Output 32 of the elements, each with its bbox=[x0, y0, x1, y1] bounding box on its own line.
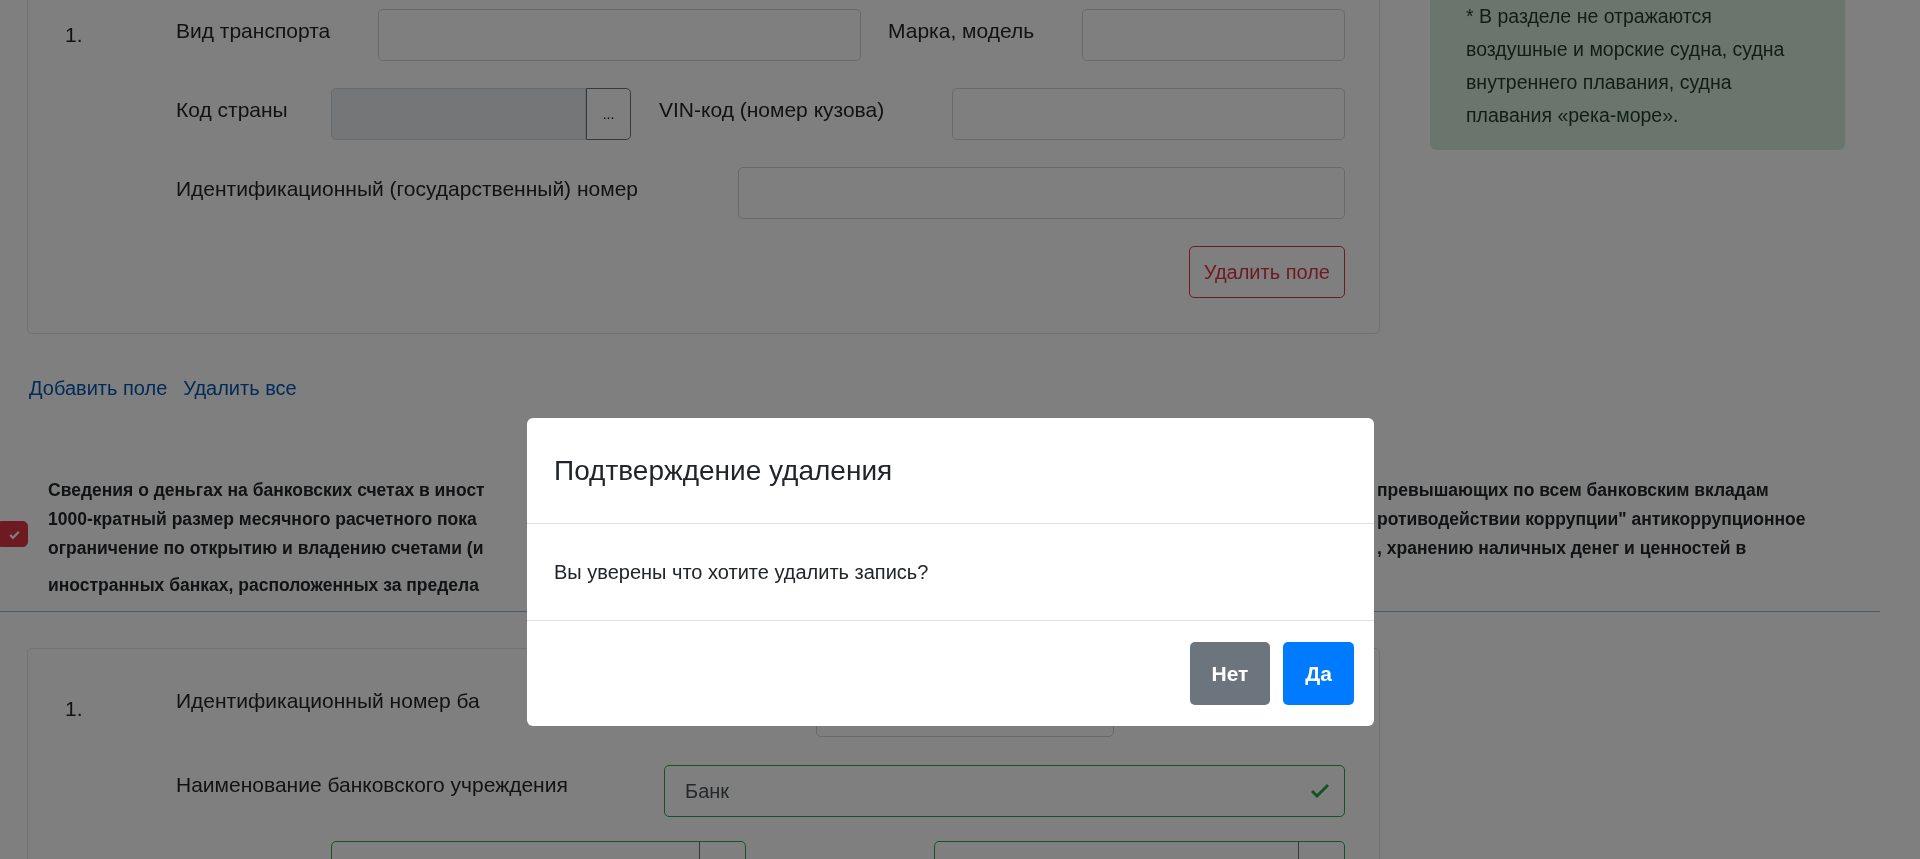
section-description: , хранению наличных денег и ценностей в bbox=[1377, 537, 1748, 560]
field-label: Код страны bbox=[176, 97, 289, 122]
info-note: * В разделе не отражаются воздушные и морские судна, судна внутреннего плавания, судна плавания «река-море». bbox=[1430, 0, 1845, 150]
field-label: VIN-код (номер кузова) bbox=[659, 97, 886, 122]
dialog-title: Подтверждение удаления bbox=[554, 454, 893, 487]
input-field[interactable] bbox=[738, 167, 1345, 219]
lookup-button[interactable]: ... bbox=[586, 88, 631, 140]
section-description: Сведения о деньгах на банковских счетах в иност bbox=[48, 479, 486, 502]
link[interactable]: Добавить поле bbox=[29, 377, 168, 400]
checkbox[interactable] bbox=[0, 521, 28, 547]
item-number: 1. bbox=[64, 22, 84, 48]
dialog-message: Вы уверены что хотите удалить запись? bbox=[554, 560, 929, 584]
input-field[interactable] bbox=[952, 88, 1345, 140]
section-description: ограничение по открытию и владению счетами (и bbox=[48, 537, 485, 560]
input-field[interactable] bbox=[378, 9, 861, 61]
field-label: Идентификационный (государственный) номер bbox=[176, 176, 640, 201]
link[interactable]: Удалить все bbox=[183, 377, 297, 400]
item-number: 1. bbox=[64, 696, 84, 722]
field-label: Наименование банковского учреждения bbox=[176, 772, 569, 797]
cancel-button[interactable]: Нет bbox=[1189, 642, 1271, 705]
input-field[interactable] bbox=[1082, 9, 1345, 61]
section-description: 1000-кратный размер месячного расчетного пока bbox=[48, 508, 478, 531]
field-label: Марка, модель bbox=[888, 18, 1036, 43]
delete-field-button[interactable]: Удалить поле bbox=[1188, 246, 1345, 298]
confirm-button[interactable]: Да bbox=[1283, 642, 1354, 705]
section-description: иностранных банках, расположенных за предела bbox=[48, 574, 480, 597]
section-description: ротиводействии коррупции" антикоррупционное bbox=[1377, 508, 1806, 531]
check-icon bbox=[1310, 783, 1330, 799]
input-field[interactable]: Банк bbox=[664, 765, 1345, 817]
field-label: Вид транспорта bbox=[176, 18, 332, 43]
field-label: Идентификационный номер ба bbox=[176, 689, 481, 713]
section-description: превышающих по всем банковским вкладам bbox=[1377, 479, 1770, 502]
